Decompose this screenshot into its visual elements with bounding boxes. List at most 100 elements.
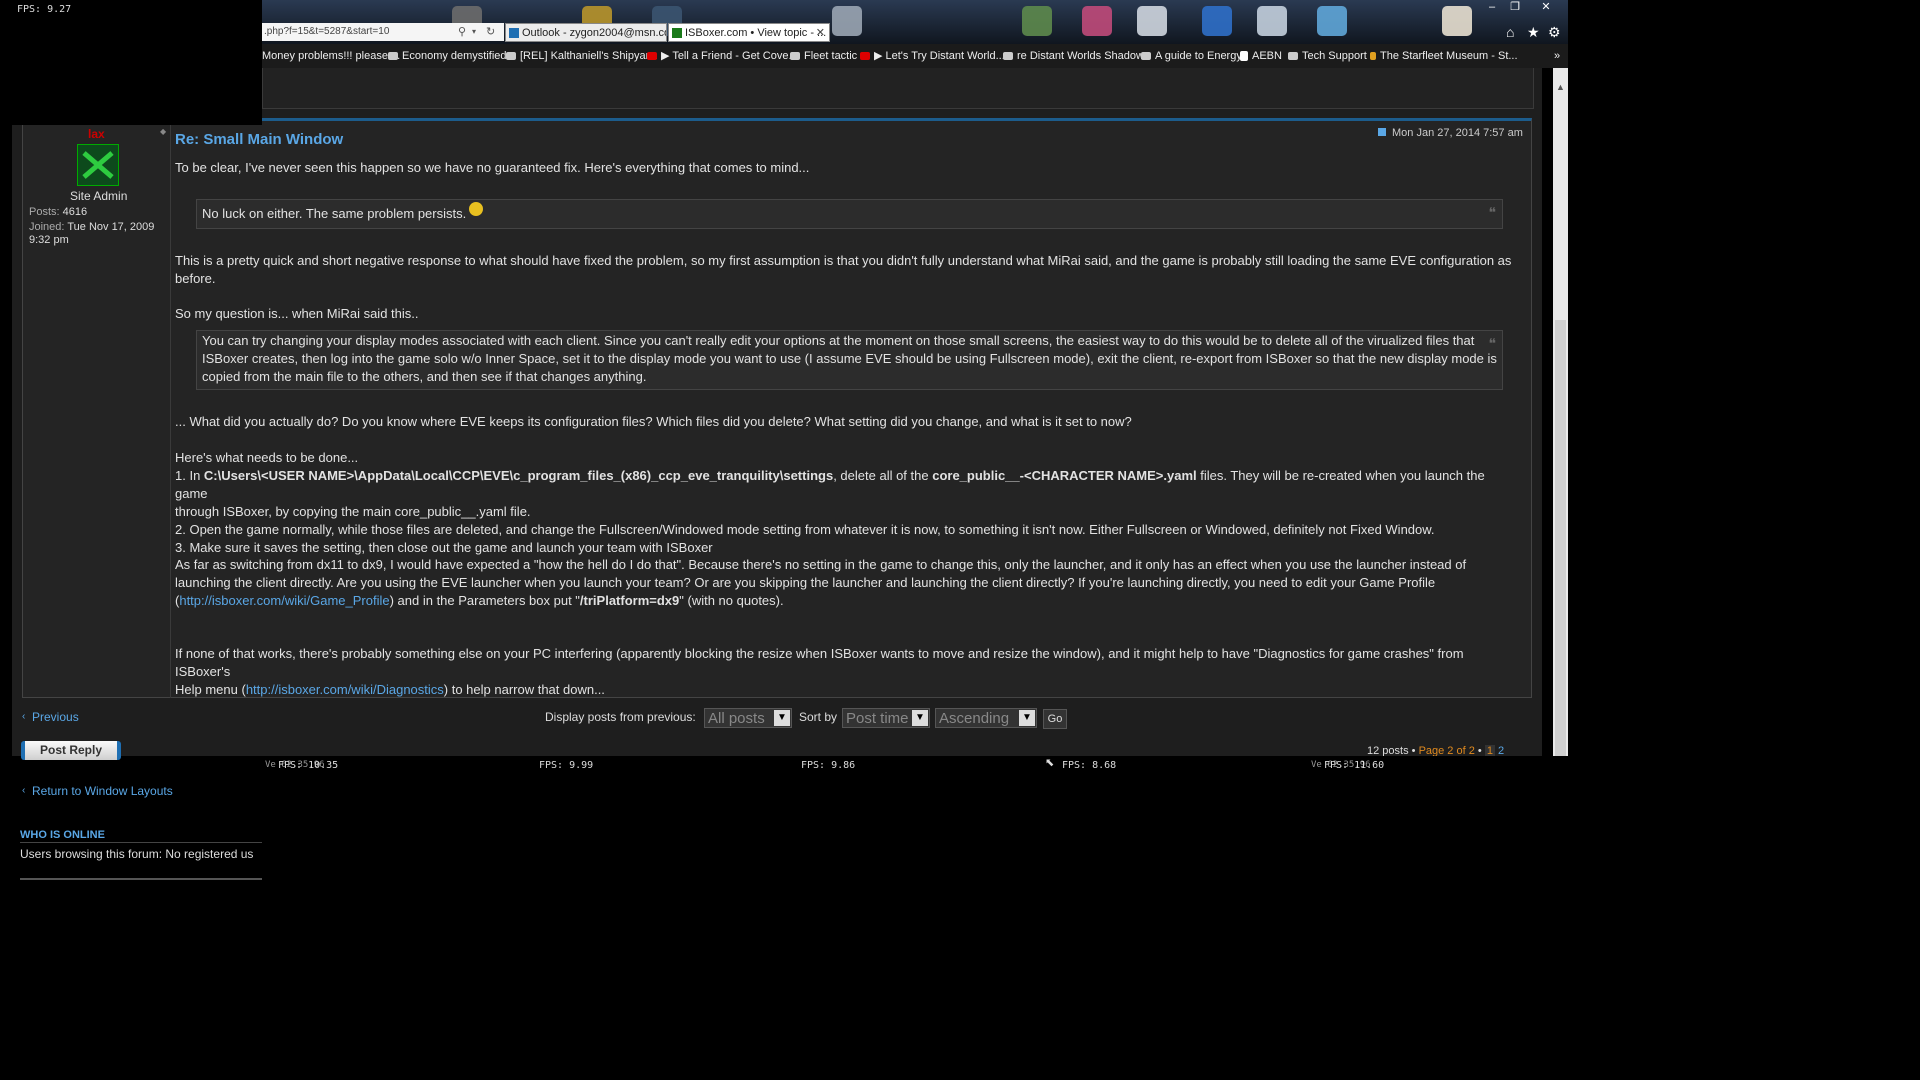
isboxer-icon	[672, 28, 682, 38]
fps-counter: FPS: 11.60	[1324, 760, 1385, 771]
app-icon[interactable]	[832, 6, 862, 36]
cursor-icon: ⬉	[1045, 757, 1055, 769]
who-is-online-heading: WHO IS ONLINE	[20, 829, 105, 841]
app-icon[interactable]	[1202, 6, 1232, 36]
app-icon[interactable]	[1082, 6, 1112, 36]
scrollbar-thumb[interactable]	[1555, 320, 1566, 756]
quote-text: You can try changing your display modes …	[202, 333, 1497, 384]
quote-block: No luck on either. The same problem pers…	[196, 199, 1503, 229]
author-name[interactable]: lax	[88, 127, 105, 141]
chevron-down-icon: ▼	[774, 710, 790, 726]
post-icon[interactable]	[1378, 128, 1386, 136]
bookmark-item[interactable]: Money problems!!! please ...	[262, 46, 400, 66]
quote-block: You can try changing your display modes …	[196, 330, 1503, 390]
bookmark-item[interactable]: Fleet tactic	[790, 46, 857, 66]
post-paragraph: If none of that works, there's probably …	[175, 646, 1464, 697]
fps-counter: FPS: 10.35	[278, 760, 339, 771]
browser-chrome: .php?f=15&t=5287&start=10 ⚲ ▾ ↻ Outlook …	[262, 0, 1568, 68]
app-icon[interactable]	[1257, 6, 1287, 36]
app-icon[interactable]	[1022, 6, 1052, 36]
author-posts: Posts: 4616	[29, 206, 88, 218]
scroll-up-icon[interactable]: ▲	[1556, 82, 1565, 92]
step-1: 1. In C:\Users\<USER NAME>\AppData\Local…	[175, 468, 1485, 501]
yaml-file-name: core_public__-<CHARACTER NAME>.yaml	[932, 468, 1197, 483]
display-posts-label: Display posts from previous:	[545, 710, 696, 724]
bookmark-item[interactable]: The Starfleet Museum - St...	[1370, 46, 1518, 66]
bookmark-item[interactable]: ▶ Let's Try Distant World...	[860, 46, 1005, 66]
post-paragraph: As far as switching from dx11 to dx9, I …	[175, 557, 1467, 608]
game-profile-link[interactable]: http://isboxer.com/wiki/Game_Profile	[179, 593, 389, 608]
restore-button[interactable]: ❐	[1505, 0, 1525, 14]
close-tab-icon[interactable]: ✕	[816, 24, 825, 41]
smiley-icon	[469, 202, 483, 216]
fps-counter: FPS: 9.27	[17, 4, 72, 15]
outlook-icon	[509, 28, 519, 38]
previous-post-panel	[262, 68, 1534, 109]
quote-mark-icon: ❝	[1488, 204, 1496, 220]
forum-icon	[1003, 52, 1013, 61]
refresh-icon[interactable]: ↻	[486, 23, 495, 41]
bookmark-item[interactable]: Tech Support	[1288, 46, 1367, 66]
avatar	[77, 144, 119, 186]
app-icon[interactable]	[1442, 6, 1472, 36]
search-icon[interactable]: ⚲	[458, 23, 466, 41]
return-chevron-icon: ‹	[22, 785, 26, 796]
author-rank: Site Admin	[70, 189, 128, 203]
dropdown-icon[interactable]: ▾	[472, 23, 476, 41]
chevron-down-icon: ▼	[912, 710, 928, 726]
post-date: Mon Jan 27, 2014 7:57 am	[1392, 127, 1523, 139]
bookmark-item[interactable]: Economy demystified	[388, 46, 507, 66]
chevron-down-icon: ▼	[1019, 710, 1035, 726]
bookmarks-more-icon[interactable]: »	[1554, 46, 1560, 66]
post-paragraph: ... What did you actually do? Do you kno…	[175, 414, 1132, 429]
fps-counter: FPS: 8.68	[1062, 760, 1117, 771]
bookmark-item[interactable]: re Distant Worlds Shadows	[1003, 46, 1149, 66]
settings-gear-icon[interactable]: ⚙	[1548, 24, 1561, 41]
address-bar[interactable]: .php?f=15&t=5287&start=10 ⚲ ▾ ↻	[262, 23, 504, 41]
bookmark-item[interactable]: ▶ Tell a Friend - Get Cove...	[647, 46, 798, 66]
settings-path: C:\Users\<USER NAME>\AppData\Local\CCP\E…	[203, 468, 834, 483]
diagnostics-link[interactable]: http://isboxer.com/wiki/Diagnostics	[246, 682, 444, 697]
app-icon[interactable]	[1137, 6, 1167, 36]
forum-icon	[388, 52, 398, 61]
favorites-star-icon[interactable]: ★	[1527, 24, 1540, 41]
tab-isboxer[interactable]: ISBoxer.com • View topic - ... ✕	[668, 23, 830, 42]
step-3: 3. Make sure it saves the setting, then …	[175, 540, 713, 555]
post-title[interactable]: Re: Small Main Window	[175, 131, 343, 148]
post-paragraph: This is a pretty quick and short negativ…	[175, 253, 1512, 286]
author-post-count[interactable]: 4616	[63, 206, 87, 218]
post-paragraph: So my question is... when MiRai said thi…	[175, 306, 419, 321]
forum-icon	[790, 52, 800, 61]
bookmark-item[interactable]: [REL] Kalthaniell's Shipyar...	[506, 46, 658, 66]
forum-icon	[506, 52, 516, 61]
home-icon[interactable]: ⌂	[1506, 24, 1514, 40]
youtube-icon	[860, 52, 870, 61]
bookmark-item[interactable]: A guide to Energy	[1141, 46, 1242, 66]
game-overlay-fps: FPS: 9.27	[0, 0, 262, 125]
bookmark-item[interactable]: AEBN	[1240, 46, 1282, 66]
previous-link[interactable]: Previous	[32, 710, 79, 724]
fps-counter: FPS: 9.99	[539, 760, 594, 771]
previous-chevron-icon: ‹	[22, 711, 26, 722]
close-window-button[interactable]: ✕	[1536, 0, 1556, 14]
return-link[interactable]: Return to Window Layouts	[32, 784, 173, 798]
tri-platform-param: /triPlatform=dx9	[579, 593, 680, 608]
forum-icon	[1288, 52, 1298, 61]
tab-outlook[interactable]: Outlook - zygon2004@msn.com	[505, 23, 667, 42]
sort-by-select[interactable]: Post time ▼	[842, 708, 930, 728]
starfleet-icon	[1370, 52, 1376, 61]
youtube-icon	[647, 52, 657, 61]
post-reply-button[interactable]: Post Reply	[21, 741, 121, 760]
sort-order-select[interactable]: Ascending ▼	[935, 708, 1037, 728]
author-joined: Joined: Tue Nov 17, 2009 9:32 pm	[29, 221, 155, 246]
fps-counter: FPS: 9.86	[801, 760, 856, 771]
display-posts-select[interactable]: All posts ▼	[704, 708, 792, 728]
post-paragraph: To be clear, I've never seen this happen…	[175, 160, 810, 175]
go-button[interactable]: Go	[1043, 709, 1067, 729]
forum-icon	[1141, 52, 1151, 61]
profile-toggle-icon[interactable]: ◆	[160, 127, 166, 136]
step-list: 1. In C:\Users\<USER NAME>\AppData\Local…	[175, 467, 1520, 557]
minimize-button[interactable]: –	[1482, 0, 1502, 14]
app-icon[interactable]	[1317, 6, 1347, 36]
address-text: .php?f=15&t=5287&start=10	[264, 26, 390, 37]
